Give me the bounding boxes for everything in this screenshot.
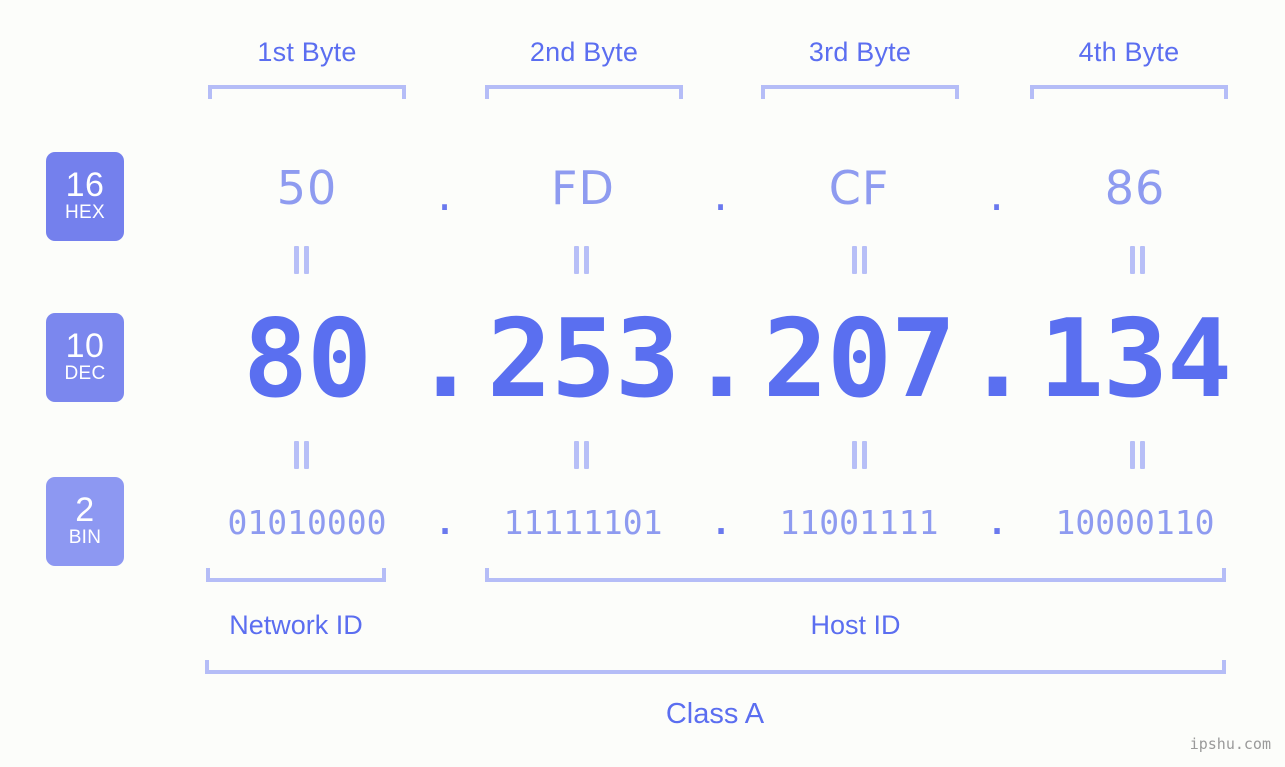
base-badge-dec-name: DEC bbox=[64, 363, 106, 384]
base-badge-hex-number: 16 bbox=[65, 166, 105, 204]
hex-octet-2: FD bbox=[551, 161, 615, 215]
hex-octet-3: CF bbox=[828, 161, 890, 215]
byte-bracket-4 bbox=[1030, 85, 1228, 99]
byte-header-label-1: 1st Byte bbox=[257, 37, 357, 67]
equals-connector-dec-bin-3 bbox=[848, 441, 870, 469]
base-badge-bin: 2 BIN bbox=[46, 477, 124, 566]
byte-bracket-1 bbox=[208, 85, 406, 99]
dec-separator-2: . bbox=[688, 296, 754, 422]
equals-connector-hex-dec-4 bbox=[1126, 246, 1148, 274]
base-badge-hex-name: HEX bbox=[65, 202, 105, 223]
class-bracket bbox=[205, 660, 1226, 674]
binary-octet-row: 01010000 . 11111101 . 11001111 . 1000011… bbox=[150, 492, 1250, 552]
site-watermark: ipshu.com bbox=[1189, 735, 1271, 753]
dec-separator-1: . bbox=[412, 296, 478, 422]
equals-connector-dec-bin-4 bbox=[1126, 441, 1148, 469]
base-badge-hex: 16 HEX bbox=[46, 152, 124, 241]
byte-header-label-3: 3rd Byte bbox=[808, 37, 912, 67]
equals-connector-dec-bin-1 bbox=[290, 441, 312, 469]
bin-separator-1: . bbox=[435, 502, 455, 542]
dec-octet-3: 207 bbox=[762, 296, 956, 422]
host-id-bracket bbox=[485, 568, 1226, 582]
class-label: Class A bbox=[665, 698, 765, 730]
bin-octet-2: 11111101 bbox=[503, 502, 663, 542]
equals-connector-hex-dec-2 bbox=[570, 246, 592, 274]
byte-bracket-3 bbox=[761, 85, 959, 99]
decimal-octet-row: 80 . 253 . 207 . 134 bbox=[150, 295, 1250, 423]
base-badge-dec-number: 10 bbox=[65, 327, 105, 365]
equals-connector-dec-bin-2 bbox=[570, 441, 592, 469]
bin-separator-3: . bbox=[987, 502, 1007, 542]
hex-octet-1: 50 bbox=[276, 161, 338, 215]
hex-separator-2: . bbox=[713, 167, 729, 221]
equals-connector-hex-dec-3 bbox=[848, 246, 870, 274]
bin-octet-1: 01010000 bbox=[227, 502, 387, 542]
ip-address-breakdown-diagram: 1st Byte 2nd Byte 3rd Byte 4th Byte 16 H… bbox=[0, 0, 1285, 767]
bin-octet-3: 11001111 bbox=[779, 502, 939, 542]
hex-separator-3: . bbox=[989, 167, 1005, 221]
byte-header-label-4: 4th Byte bbox=[1078, 37, 1180, 67]
base-badge-dec: 10 DEC bbox=[46, 313, 124, 402]
dec-octet-1: 80 bbox=[242, 296, 372, 422]
hex-octet-4: 86 bbox=[1104, 161, 1166, 215]
equals-connector-hex-dec-1 bbox=[290, 246, 312, 274]
dec-separator-3: . bbox=[964, 296, 1030, 422]
hexadecimal-octet-row: 50 . FD . CF . 86 bbox=[150, 152, 1250, 224]
network-id-bracket bbox=[206, 568, 386, 582]
bin-separator-2: . bbox=[711, 502, 731, 542]
byte-bracket-2 bbox=[485, 85, 683, 99]
base-badge-bin-name: BIN bbox=[68, 527, 102, 548]
byte-header-label-2: 2nd Byte bbox=[529, 37, 639, 67]
dec-octet-2: 253 bbox=[486, 296, 680, 422]
hex-separator-1: . bbox=[437, 167, 453, 221]
host-id-label: Host ID bbox=[810, 610, 901, 640]
dec-octet-4: 134 bbox=[1038, 296, 1232, 422]
base-badge-bin-number: 2 bbox=[75, 491, 95, 529]
network-id-label: Network ID bbox=[229, 610, 363, 640]
bin-octet-4: 10000110 bbox=[1055, 502, 1215, 542]
